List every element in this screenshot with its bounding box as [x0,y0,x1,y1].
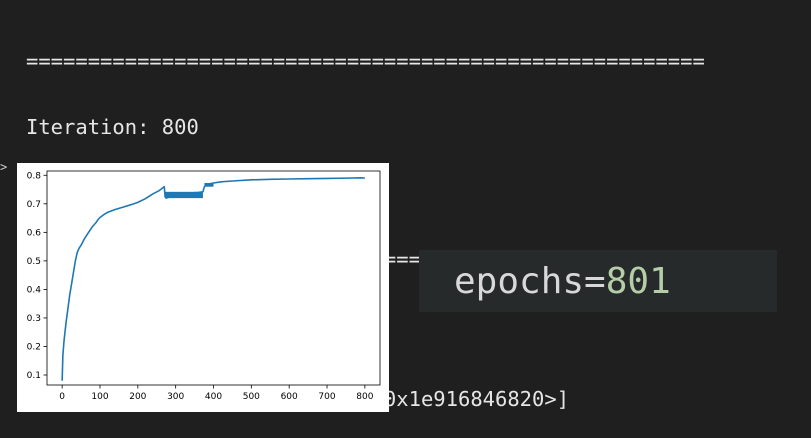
separator-line: ========================================… [26,50,705,72]
oscillation-band [165,191,203,199]
y-tick-label: 0.3 [27,314,41,324]
plot-frame [46,170,381,386]
x-tick-label: 200 [129,392,146,402]
x-tick-label: 300 [167,392,184,402]
x-tick-label: 0 [59,392,65,402]
y-tick-label: 0.8 [27,171,42,181]
x-tick-label: 100 [91,392,108,402]
x-tick-label: 600 [281,392,298,402]
iteration-text: Iteration: 800 [26,116,199,138]
epochs-code-snippet: epochs = 801 [419,250,777,312]
epochs-variable: epochs [454,260,585,302]
output-caret-icon[interactable]: > [0,160,7,174]
epochs-value: 801 [605,260,671,302]
accuracy-plot: 0 100 200 300 400 500 600 700 800 0.1 0.2 0.3 0.4 0.5… [17,163,389,412]
oscillation-band [204,182,214,187]
y-tick-label: 0.1 [27,371,41,381]
accuracy-line [61,177,365,381]
x-tick-label: 700 [318,392,335,402]
y-tick-label: 0.4 [27,285,42,295]
y-tick-label: 0.2 [27,342,41,352]
y-tick-label: 0.6 [27,228,42,238]
y-tick-label: 0.5 [27,257,41,267]
line-chart: 0 100 200 300 400 500 600 700 800 0.1 0.2 0.3 0.4 0.5… [27,170,381,402]
assign-operator: = [584,260,606,302]
x-tick-label: 500 [243,392,260,402]
x-tick-label: 800 [356,392,373,402]
x-tick-label: 400 [205,392,222,402]
y-tick-label: 0.7 [27,200,41,210]
